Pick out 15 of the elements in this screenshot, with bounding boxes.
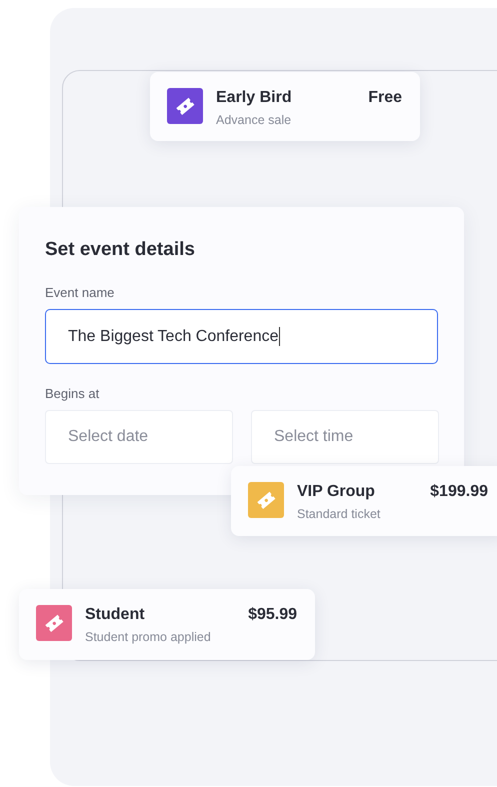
ticket-price: $95.99 bbox=[248, 606, 297, 624]
event-name-field[interactable]: The Biggest Tech Conference bbox=[45, 309, 438, 364]
ticket-name: Early Bird bbox=[216, 89, 293, 107]
ticket-price: Free bbox=[368, 89, 402, 107]
ticket-name: VIP Group bbox=[297, 483, 376, 501]
ticket-note: Standard ticket bbox=[297, 507, 382, 521]
field-label: Event name bbox=[45, 285, 116, 300]
time-field[interactable]: Select time bbox=[251, 410, 439, 464]
date-field[interactable]: Select date bbox=[45, 410, 233, 464]
form-title: Set event details bbox=[45, 239, 196, 261]
field-label: Begins at bbox=[45, 386, 100, 401]
ticket-note: Student promo applied bbox=[85, 630, 212, 644]
ticket-name: Student bbox=[85, 606, 146, 624]
ticket-price: $199.99 bbox=[430, 483, 488, 501]
ticket-note: Advance sale bbox=[216, 113, 292, 127]
